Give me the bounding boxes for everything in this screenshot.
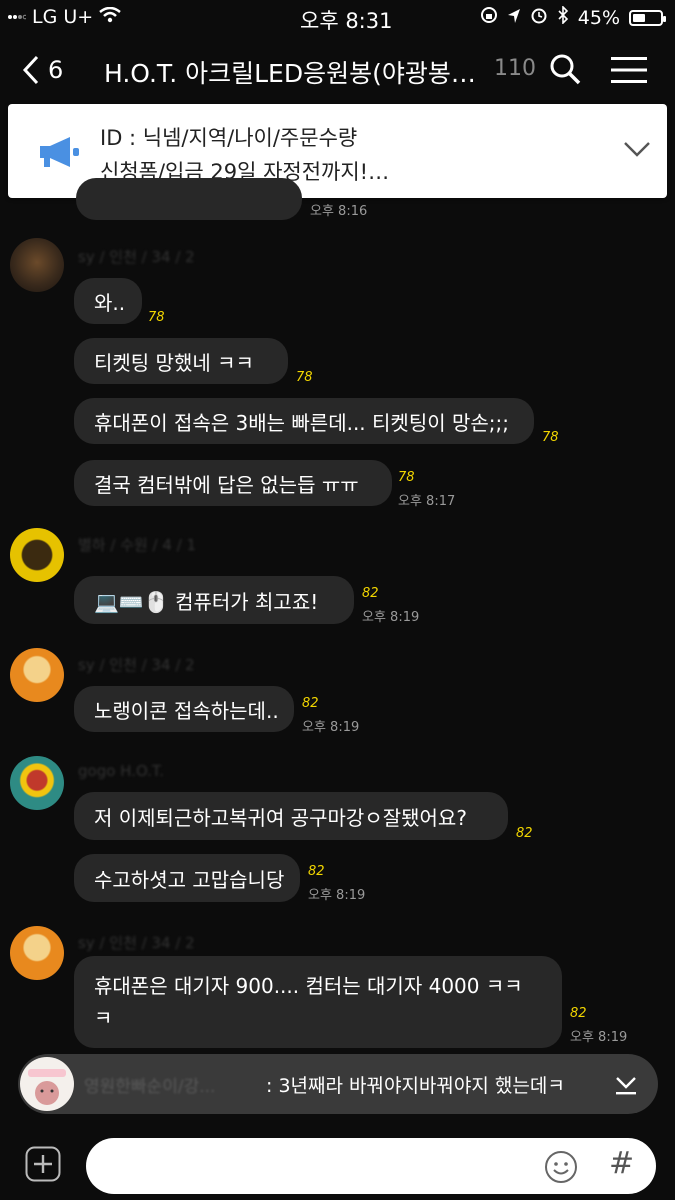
unread-count: 78 [542, 430, 559, 445]
unread-count: 78 [398, 470, 415, 485]
message-text: 와.. [94, 290, 126, 315]
carrier-label: LG U+ [32, 6, 94, 28]
unread-count: 82 [362, 586, 379, 601]
unread-count: 82 [308, 864, 325, 879]
message-time: 오후 8:19 [570, 1030, 628, 1045]
megaphone-icon [40, 137, 79, 167]
search-icon [550, 54, 581, 85]
battery-fill [633, 13, 645, 22]
message-text: 노랭이콘 접속하는데.. [94, 698, 279, 723]
plus-icon[interactable] [25, 1146, 61, 1182]
message-bubble[interactable]: 노랭이콘 접속하는데.. [74, 686, 294, 732]
avatar[interactable] [10, 238, 64, 292]
back-chevron-icon [22, 55, 39, 85]
message-input[interactable] [108, 1148, 532, 1186]
member-count: 110 [494, 56, 536, 81]
message-time: 오후 8:17 [398, 494, 456, 509]
message-time: 오후 8:19 [362, 610, 420, 625]
search-button[interactable] [548, 52, 582, 86]
menu-icon [611, 57, 647, 83]
message-text: 결국 컴터밖에 답은 없는듭 ㅠㅠ [94, 472, 359, 497]
message-bubble[interactable]: 💻⌨️🖱️ 컴퓨터가 최고죠! [74, 576, 354, 624]
notice-text-line1: ID : 닉넴/지역/나이/주문수량 [100, 126, 358, 150]
unread-count: 82 [302, 696, 319, 711]
message-bubble[interactable]: 휴대폰이 접속은 3배는 빠른데... 티켓팅이 망손;;; [74, 398, 534, 444]
avatar[interactable] [10, 648, 64, 702]
unread-count: 82 [570, 1006, 587, 1021]
message-time: 오후 8:16 [310, 204, 368, 219]
message-bubble[interactable]: 저 이제퇴근하고복귀여 공구마강ㅇ잘됐어요? [74, 792, 508, 840]
chat-header: 6 H.O.T. 아크릴LED응원봉(야광봉… 110 [0, 38, 675, 100]
hash-icon[interactable]: # [609, 1146, 634, 1181]
message-bubble[interactable]: 휴대폰은 대기자 900.... 컴터는 대기자 4000 ㅋㅋ ㅋ [74, 956, 562, 1048]
avatar[interactable] [10, 926, 64, 980]
message-text: 휴대폰이 접속은 3배는 빠른데... 티켓팅이 망손;;; [94, 410, 509, 435]
menu-button[interactable] [611, 56, 647, 84]
avatar[interactable] [10, 528, 64, 582]
emoji-icon[interactable] [544, 1150, 578, 1184]
message-text: 💻⌨️🖱️ 컴퓨터가 최고죠! [94, 589, 319, 614]
unread-count: 78 [148, 310, 165, 325]
message-text: 수고하셧고 고맙습니당 [94, 867, 285, 892]
latest-message-preview[interactable]: 영원한빠순이/강... : 3년째라 바꿔야지바꿔야지 했는데ㅋ [18, 1054, 658, 1114]
sender-name: gogo H.O.T. [78, 762, 165, 780]
battery-percent: 45% [577, 6, 620, 29]
preview-sender-name: 영원한빠순이/강... [84, 1077, 216, 1097]
back-button[interactable]: 6 [22, 50, 70, 90]
preview-text: : 3년째라 바꿔야지바꿔야지 했는데ㅋ [266, 1075, 565, 1097]
message-time: 오후 8:19 [302, 720, 360, 735]
signal-icon [8, 6, 28, 28]
sender-name: 별하 / 수원 / 4 / 1 [78, 536, 197, 554]
chat-log[interactable]: 오후 8:16 sy / 인천 / 34 / 2 와.. 78 티켓팅 망했네 … [0, 178, 675, 1058]
message-bubble[interactable]: 결국 컴터밖에 답은 없는듭 ㅠㅠ [74, 460, 392, 506]
message-bubble[interactable]: 와.. [74, 278, 142, 324]
message-bubble-partial[interactable] [76, 178, 302, 220]
message-text: 저 이제퇴근하고복귀여 공구마강ㅇ잘됐어요? [94, 805, 467, 830]
sender-name: sy / 인천 / 34 / 2 [78, 248, 195, 266]
scroll-to-bottom-icon[interactable] [614, 1074, 638, 1096]
message-field[interactable]: # [86, 1138, 656, 1194]
avatar[interactable] [10, 756, 64, 810]
battery-icon [629, 9, 666, 26]
unread-count: 78 [296, 370, 313, 385]
unread-count: 82 [516, 826, 533, 841]
message-input-bar: # [0, 1128, 675, 1200]
message-bubble[interactable]: 티켓팅 망했네 ㅋㅋ [74, 338, 288, 384]
sender-name: sy / 인천 / 34 / 2 [78, 656, 195, 674]
chat-title[interactable]: H.O.T. 아크릴LED응원봉(야광봉… [104, 54, 504, 90]
chevron-down-icon[interactable] [622, 138, 652, 160]
message-text: 휴대폰은 대기자 900.... 컴터는 대기자 4000 ㅋㅋ ㅋ [94, 974, 523, 1030]
sender-name: sy / 인천 / 34 / 2 [78, 934, 195, 952]
message-text: 티켓팅 망했네 ㅋㅋ [94, 350, 254, 375]
back-count: 6 [48, 56, 64, 84]
message-time: 오후 8:19 [308, 888, 366, 903]
message-bubble[interactable]: 수고하셧고 고맙습니당 [74, 854, 300, 902]
avatar [20, 1057, 74, 1111]
